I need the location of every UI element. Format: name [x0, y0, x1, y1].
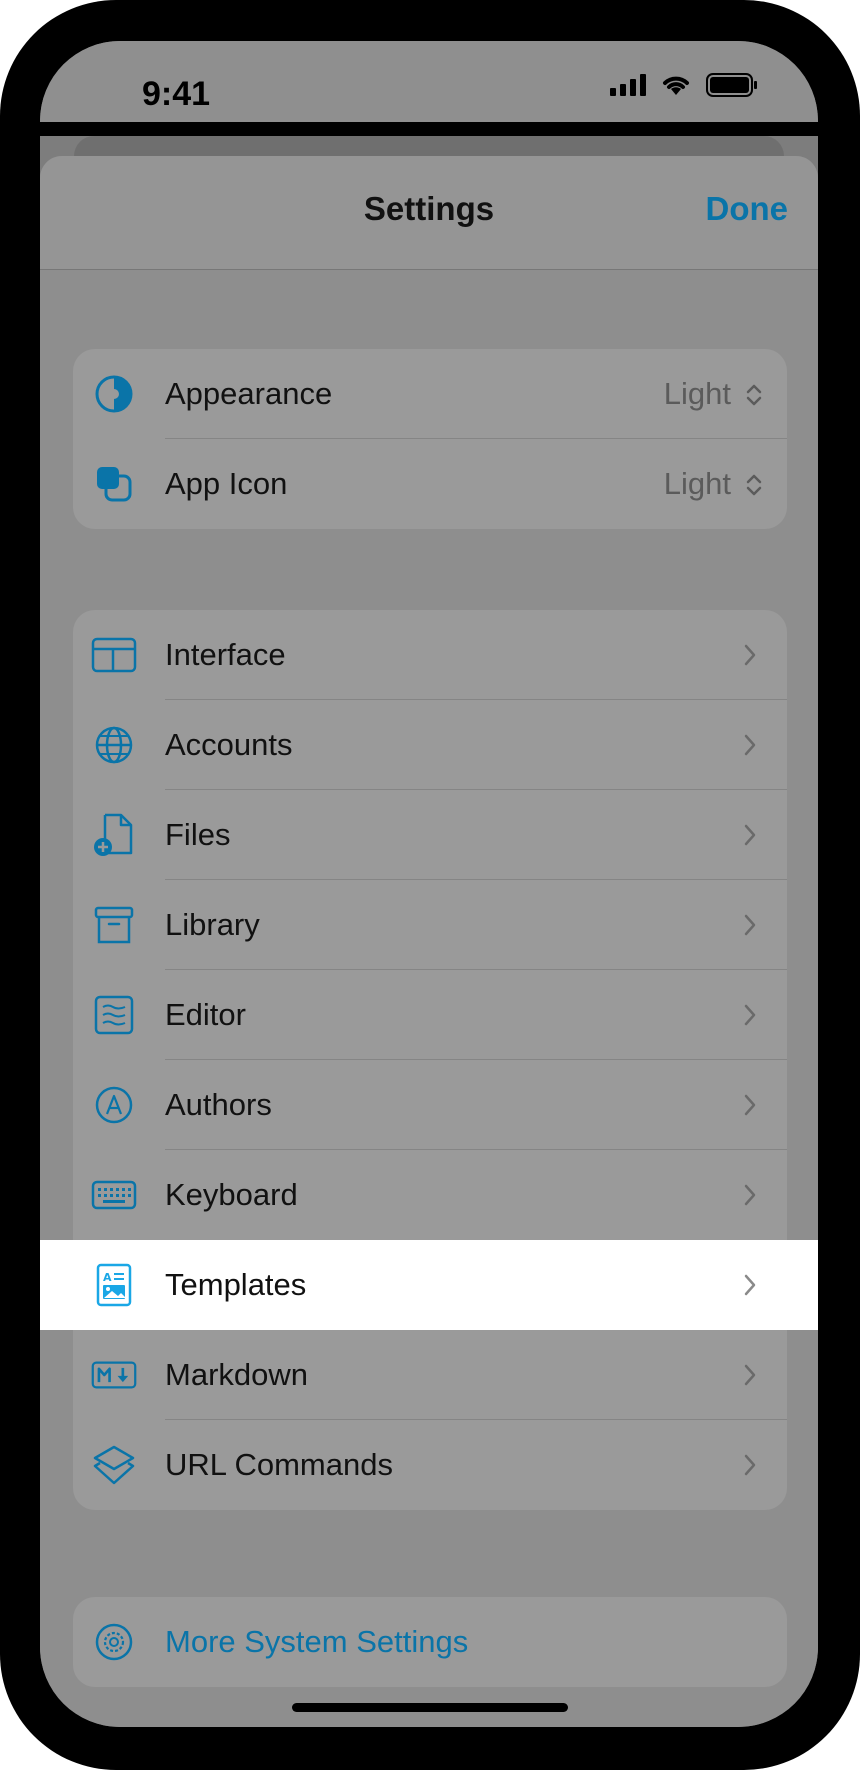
chevron-right-icon [743, 1363, 757, 1392]
markdown-row[interactable]: Markdown [73, 1330, 787, 1420]
editor-label: Editor [165, 997, 246, 1032]
chevron-updown-icon [745, 472, 763, 503]
done-button[interactable]: Done [706, 190, 789, 228]
keyboard-row[interactable]: Keyboard [73, 1150, 787, 1240]
app-icon-row[interactable]: App Icon Light [73, 439, 787, 529]
status-bar: 9:41 [40, 41, 818, 122]
keyboard-label: Keyboard [165, 1177, 298, 1212]
library-label: Library [165, 907, 260, 942]
gear-icon [91, 1619, 137, 1665]
chevron-right-icon [743, 1093, 757, 1122]
status-time: 9:41 [142, 75, 211, 113]
device-frame: 9:41 Settings Done Appearance Light App … [0, 0, 860, 1770]
interface-label: Interface [165, 637, 286, 672]
authors-label: Authors [165, 1087, 272, 1122]
keyboard-icon [91, 1172, 137, 1218]
page-title: Settings [363, 190, 495, 227]
url-commands-label: URL Commands [165, 1447, 393, 1482]
circle-half-icon [91, 371, 137, 417]
templates-label: Templates [165, 1267, 307, 1302]
appearance-value: Light [663, 376, 731, 411]
author-a-icon [91, 1082, 137, 1128]
archive-box-icon [91, 902, 137, 948]
template-icon: A [91, 1262, 137, 1308]
layers-icon [91, 1442, 137, 1488]
chevron-right-icon [743, 913, 757, 942]
globe-icon [91, 722, 137, 768]
chevron-right-icon [743, 1183, 757, 1212]
layout-icon [91, 632, 137, 678]
chevron-right-icon [743, 733, 757, 762]
url-commands-row[interactable]: URL Commands [73, 1420, 787, 1510]
app-icon-label: App Icon [165, 466, 288, 501]
appearance-row[interactable]: Appearance Light [73, 349, 787, 439]
chevron-updown-icon [745, 382, 763, 413]
file-add-icon [91, 812, 137, 858]
settings-sheet: Settings Done Appearance Light App Icon … [40, 156, 818, 1727]
accounts-label: Accounts [165, 727, 293, 762]
authors-row[interactable]: Authors [73, 1060, 787, 1150]
home-indicator [292, 1703, 568, 1712]
app-icon-squares-icon [91, 461, 137, 507]
signal-icon [610, 74, 646, 101]
chevron-right-icon [743, 643, 757, 672]
chevron-right-icon [743, 1003, 757, 1032]
status-bar-divider [40, 122, 818, 136]
chevron-right-icon [743, 1453, 757, 1482]
battery-icon [706, 73, 758, 102]
navigation-bar: Settings Done [40, 156, 818, 270]
svg-text:A: A [103, 1271, 112, 1284]
templates-row[interactable]: A Templates [40, 1240, 818, 1330]
app-icon-value: Light [663, 466, 731, 501]
library-row[interactable]: Library [73, 880, 787, 970]
editor-row[interactable]: Editor [73, 970, 787, 1060]
files-label: Files [165, 817, 231, 852]
more-system-settings-row[interactable]: More System Settings [73, 1597, 787, 1687]
appearance-label: Appearance [165, 376, 333, 411]
markdown-label: Markdown [165, 1357, 308, 1392]
markdown-icon [91, 1352, 137, 1398]
more-system-settings-label: More System Settings [165, 1624, 469, 1659]
appearance-group: Appearance Light App Icon Light [73, 349, 787, 529]
files-row[interactable]: Files [73, 790, 787, 880]
wifi-icon [660, 73, 692, 102]
accounts-row[interactable]: Accounts [73, 700, 787, 790]
screen: 9:41 Settings Done Appearance Light App … [40, 41, 818, 1727]
text-lines-icon [91, 992, 137, 1038]
system-group: More System Settings [73, 1597, 787, 1687]
status-icons [610, 73, 758, 102]
chevron-right-icon [743, 823, 757, 852]
chevron-right-icon [743, 1273, 757, 1302]
settings-group: Interface Accounts Files Library Editor … [40, 610, 818, 1510]
interface-row[interactable]: Interface [73, 610, 787, 700]
